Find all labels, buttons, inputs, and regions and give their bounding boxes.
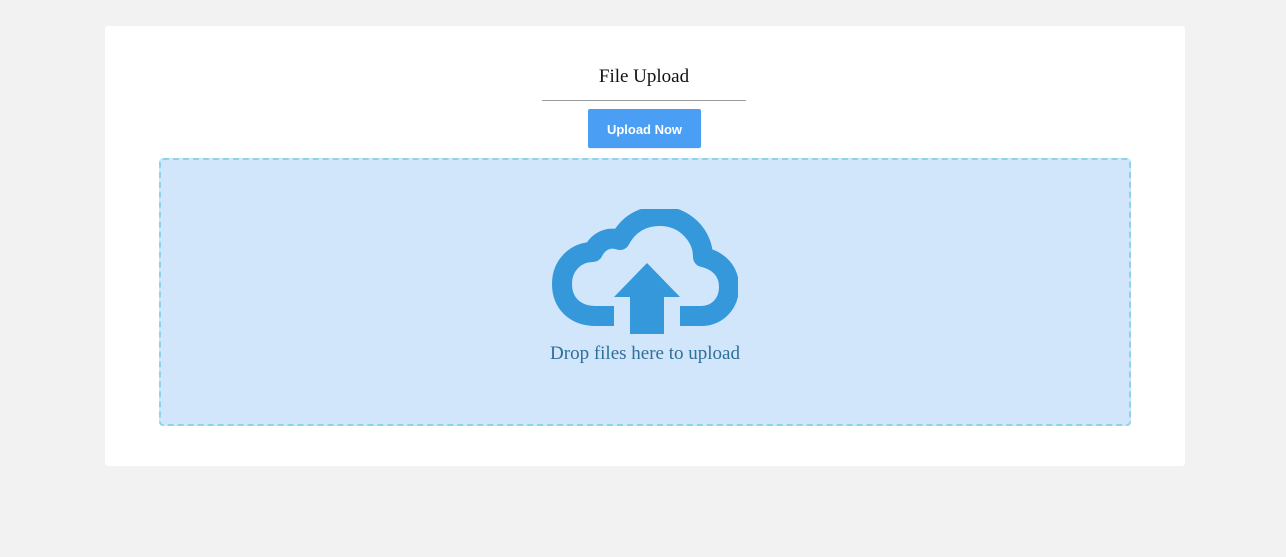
upload-card: File Upload Upload Now Drop files here t… (105, 26, 1185, 466)
upload-now-button[interactable]: Upload Now (588, 109, 701, 148)
page-title: File Upload (598, 66, 690, 87)
title-divider (542, 100, 746, 101)
file-dropzone[interactable]: Drop files here to upload (159, 158, 1131, 426)
dropzone-label: Drop files here to upload (550, 343, 740, 364)
cloud-upload-icon (552, 209, 738, 334)
